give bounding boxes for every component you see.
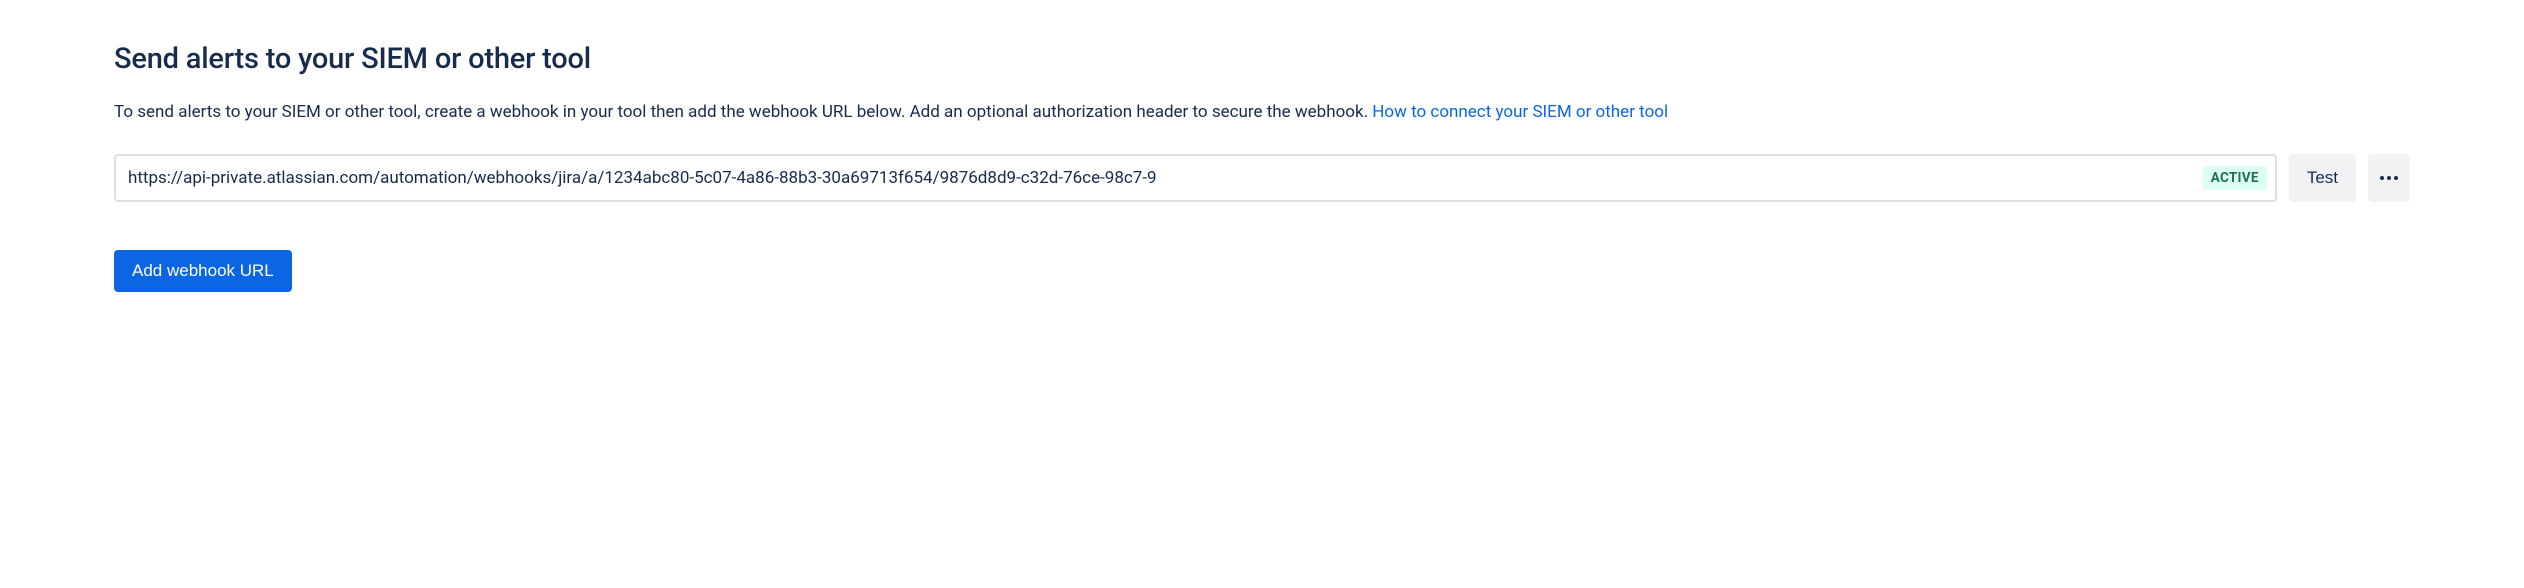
more-horizontal-icon [2380, 176, 2398, 180]
status-badge: ACTIVE [2203, 166, 2267, 190]
description-text: To send alerts to your SIEM or other too… [114, 100, 2410, 126]
siem-help-link[interactable]: How to connect your SIEM or other tool [1372, 102, 1668, 122]
more-actions-button[interactable] [2368, 154, 2410, 202]
description-body: To send alerts to your SIEM or other too… [114, 102, 1372, 122]
add-webhook-button[interactable]: Add webhook URL [114, 250, 292, 292]
webhook-row: https://api-private.atlassian.com/automa… [114, 154, 2410, 202]
webhook-url-field[interactable]: https://api-private.atlassian.com/automa… [114, 154, 2277, 202]
page-heading: Send alerts to your SIEM or other tool [114, 42, 2410, 76]
test-button[interactable]: Test [2289, 154, 2356, 202]
webhook-url-text: https://api-private.atlassian.com/automa… [116, 168, 2203, 188]
